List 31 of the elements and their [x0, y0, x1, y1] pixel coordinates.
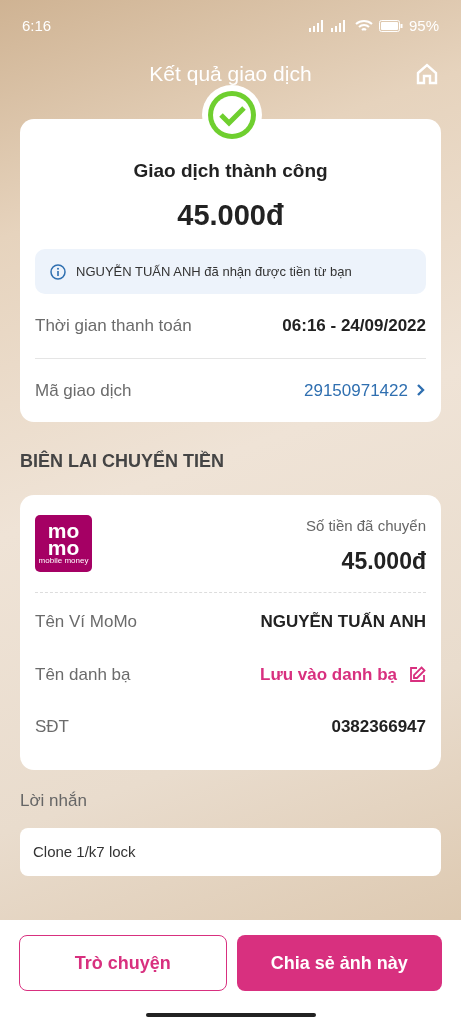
status-time: 6:16	[22, 15, 52, 36]
battery-level: 95%	[408, 15, 439, 36]
row-label: Tên Ví MoMo	[35, 611, 138, 633]
row-label: Mã giao dịch	[35, 379, 132, 402]
home-button[interactable]	[415, 62, 439, 86]
notice-text: NGUYỄN TUẤN ANH đã nhận được tiền từ bạn	[76, 262, 352, 281]
row-value: 06:16 - 24/09/2022	[282, 315, 426, 337]
battery-icon	[378, 20, 403, 32]
amount: 45.000đ	[177, 197, 284, 233]
section-title: BIÊN LAI CHUYỂN TIỀN	[20, 449, 225, 473]
edit-icon	[409, 665, 426, 683]
amount-label: Số tiền đã chuyển	[305, 516, 426, 536]
message-label: Lời nhắn	[20, 789, 88, 812]
message-field: Clone 1/k7 lock	[20, 828, 441, 876]
row-value: 0382366947	[331, 716, 426, 738]
transferred-amount: 45.000đ	[341, 546, 426, 576]
wallet-logo: mo mo mobile money	[35, 515, 92, 572]
status-text: Giao dịch thành công	[133, 159, 328, 183]
info-icon	[50, 263, 66, 280]
screen-title: Kết quả giao dịch	[149, 61, 312, 88]
transaction-id-link[interactable]: 29150971422	[304, 377, 426, 403]
row-label: Thời gian thanh toán	[35, 315, 192, 337]
save-contact-link[interactable]: Lưu vào danh bạ	[260, 661, 426, 687]
share-button[interactable]: Chia sẻ ảnh này	[236, 935, 442, 991]
wifi-icon	[354, 19, 373, 33]
row-label: SĐT	[35, 716, 69, 738]
row-label: Tên danh bạ	[35, 663, 131, 686]
home-icon	[415, 62, 439, 86]
chat-button[interactable]: Trò chuyện	[19, 935, 227, 991]
row-value: NGUYỄN TUẤN ANH	[260, 611, 426, 633]
chevron-right-icon	[416, 383, 426, 398]
